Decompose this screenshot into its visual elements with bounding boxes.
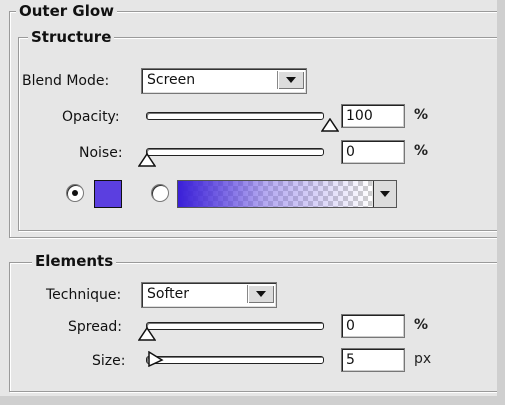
blend-mode-value: Screen bbox=[147, 72, 196, 88]
noise-slider-thumb-icon[interactable] bbox=[137, 152, 157, 167]
structure-title: Structure bbox=[28, 28, 115, 46]
noise-unit: % bbox=[414, 143, 429, 159]
opacity-input[interactable] bbox=[344, 107, 404, 125]
size-slider-thumb-icon[interactable] bbox=[146, 350, 164, 368]
gradient-radio[interactable] bbox=[151, 184, 169, 202]
panel-edge-right bbox=[497, 0, 505, 405]
size-slider-track[interactable] bbox=[146, 356, 324, 364]
spread-label: Spread: bbox=[68, 319, 123, 335]
opacity-unit: % bbox=[414, 107, 429, 123]
technique-value: Softer bbox=[147, 286, 189, 302]
glow-color-swatch[interactable] bbox=[94, 180, 122, 208]
elements-title: Elements bbox=[32, 252, 117, 270]
blend-mode-label: Blend Mode: bbox=[22, 73, 110, 89]
outer-glow-dialog: Outer Glow Structure Blend Mode: Screen … bbox=[0, 0, 505, 405]
chevron-down-icon[interactable] bbox=[373, 181, 396, 207]
chevron-down-icon[interactable] bbox=[247, 285, 274, 303]
spread-slider-thumb-icon[interactable] bbox=[137, 326, 157, 341]
chevron-down-icon[interactable] bbox=[277, 71, 304, 89]
radio-selected-dot bbox=[72, 190, 78, 196]
opacity-field[interactable] bbox=[341, 104, 405, 128]
opacity-slider-thumb-icon[interactable] bbox=[320, 117, 340, 132]
size-input[interactable] bbox=[344, 351, 404, 369]
size-label: Size: bbox=[92, 353, 126, 369]
spread-input[interactable] bbox=[344, 317, 404, 335]
noise-slider-track[interactable] bbox=[146, 148, 324, 156]
outer-glow-title: Outer Glow bbox=[16, 2, 118, 20]
opacity-label: Opacity: bbox=[62, 109, 120, 125]
spread-unit: % bbox=[414, 317, 429, 333]
opacity-slider-track[interactable] bbox=[146, 112, 324, 120]
size-field[interactable] bbox=[341, 348, 405, 372]
gradient-preview bbox=[178, 181, 372, 207]
noise-field[interactable] bbox=[341, 140, 405, 164]
glow-gradient-picker[interactable] bbox=[177, 180, 397, 208]
solid-color-radio[interactable] bbox=[66, 184, 84, 202]
noise-label: Noise: bbox=[79, 145, 123, 161]
spread-slider-track[interactable] bbox=[146, 322, 324, 330]
technique-label: Technique: bbox=[46, 287, 122, 303]
technique-select[interactable]: Softer bbox=[141, 282, 277, 308]
blend-mode-select[interactable]: Screen bbox=[141, 68, 307, 94]
size-unit: px bbox=[414, 351, 432, 367]
noise-input[interactable] bbox=[344, 143, 404, 161]
panel-edge-bottom bbox=[0, 396, 505, 405]
spread-field[interactable] bbox=[341, 314, 405, 338]
